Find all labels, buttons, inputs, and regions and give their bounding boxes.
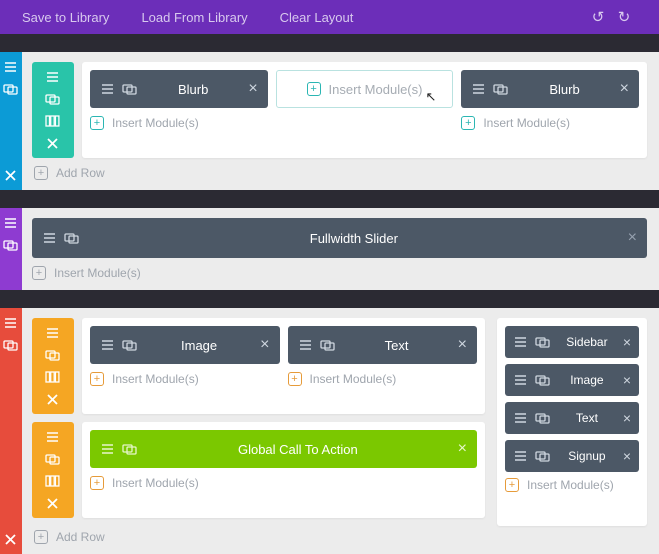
plus-icon: + (288, 372, 302, 386)
module-label: Signup (551, 449, 623, 463)
section-delete-icon[interactable] (0, 164, 22, 186)
plus-icon: + (461, 116, 475, 130)
sidebar-column: Sidebar × Image × Text (497, 318, 647, 526)
module-label: Image (138, 338, 260, 353)
row-duplicate-icon[interactable] (42, 88, 64, 110)
module-delete-icon[interactable]: × (628, 229, 637, 247)
row-duplicate-icon[interactable] (42, 448, 64, 470)
section-duplicate-icon[interactable] (0, 334, 22, 356)
module-delete-icon[interactable]: × (458, 336, 467, 354)
module-delete-icon[interactable]: × (620, 80, 629, 98)
row-columns-icon[interactable] (42, 470, 64, 492)
row-columns-icon[interactable] (42, 366, 64, 388)
clear-layout-button[interactable]: Clear Layout (280, 10, 354, 25)
plus-icon: + (90, 476, 104, 490)
module-label: Sidebar (551, 335, 623, 349)
module-image[interactable]: Image × (90, 326, 280, 364)
redo-icon[interactable]: ↻ (611, 8, 637, 26)
plus-icon: + (34, 166, 48, 180)
section-settings-icon[interactable] (0, 56, 22, 78)
plus-icon: + (307, 82, 321, 96)
module-label: Blurb (509, 82, 619, 97)
module-label: Image (551, 373, 623, 387)
section-blue: Blurb × + Insert Module(s) + Insert Modu… (0, 52, 659, 190)
module-label: Blurb (138, 82, 248, 97)
module-sidebar[interactable]: Sidebar × (505, 326, 639, 358)
module-text[interactable]: Text × (288, 326, 478, 364)
row-delete-icon[interactable] (42, 132, 64, 154)
insert-module-button[interactable]: + Insert Module(s) (461, 116, 639, 130)
cursor-icon: ↖ (425, 89, 436, 105)
section-red: Image × + Insert Module(s) (0, 308, 659, 554)
save-to-library-button[interactable]: Save to Library (22, 10, 109, 25)
undo-icon[interactable]: ↺ (585, 8, 611, 26)
plus-icon: + (505, 478, 519, 492)
module-blurb[interactable]: Blurb × (90, 70, 268, 108)
plus-icon: + (90, 372, 104, 386)
insert-module-button[interactable]: + Insert Module(s) (32, 266, 647, 280)
module-delete-icon[interactable]: × (623, 372, 631, 388)
row-duplicate-icon[interactable] (42, 344, 64, 366)
section-duplicate-icon[interactable] (0, 234, 22, 256)
plus-icon: + (34, 530, 48, 544)
module-delete-icon[interactable]: × (623, 448, 631, 464)
insert-module-button[interactable]: + Insert Module(s) (288, 372, 478, 386)
insert-module-button[interactable]: + Insert Module(s) (90, 116, 268, 130)
module-label: Fullwidth Slider (80, 231, 628, 246)
row-delete-icon[interactable] (42, 492, 64, 514)
insert-module-button[interactable]: + Insert Module(s) (90, 476, 477, 490)
row-settings-icon[interactable] (42, 322, 64, 344)
module-image[interactable]: Image × (505, 364, 639, 396)
plus-icon: + (90, 116, 104, 130)
module-delete-icon[interactable]: × (623, 410, 631, 426)
row-delete-icon[interactable] (42, 388, 64, 410)
insert-module-button[interactable]: + Insert Module(s) (505, 478, 639, 492)
section-delete-icon[interactable] (0, 528, 22, 550)
toolbar: Save to Library Load From Library Clear … (0, 0, 659, 34)
module-fullwidth-slider[interactable]: Fullwidth Slider × (32, 218, 647, 258)
plus-icon: + (32, 266, 46, 280)
module-label: Text (551, 411, 623, 425)
section-settings-icon[interactable] (0, 212, 22, 234)
row-settings-icon[interactable] (42, 426, 64, 448)
section-settings-icon[interactable] (0, 312, 22, 334)
module-global-cta[interactable]: Global Call To Action × (90, 430, 477, 468)
load-from-library-button[interactable]: Load From Library (141, 10, 247, 25)
module-delete-icon[interactable]: × (260, 336, 269, 354)
section-duplicate-icon[interactable] (0, 78, 22, 100)
module-blurb[interactable]: Blurb × (461, 70, 639, 108)
module-delete-icon[interactable]: × (623, 334, 631, 350)
module-delete-icon[interactable]: × (458, 440, 467, 458)
module-delete-icon[interactable]: × (248, 80, 257, 98)
module-label: Global Call To Action (138, 442, 458, 457)
module-signup[interactable]: Signup × (505, 440, 639, 472)
add-row-button[interactable]: + Add Row (32, 530, 647, 544)
row-columns-icon[interactable] (42, 110, 64, 132)
module-text[interactable]: Text × (505, 402, 639, 434)
add-row-button[interactable]: + Add Row (32, 166, 647, 180)
insert-module-button[interactable]: + Insert Module(s) (90, 372, 280, 386)
insert-module-slot[interactable]: + Insert Module(s) ↖ (276, 70, 454, 108)
row-settings-icon[interactable] (42, 66, 64, 88)
section-purple: Fullwidth Slider × + Insert Module(s) (0, 208, 659, 290)
module-label: Text (336, 338, 458, 353)
